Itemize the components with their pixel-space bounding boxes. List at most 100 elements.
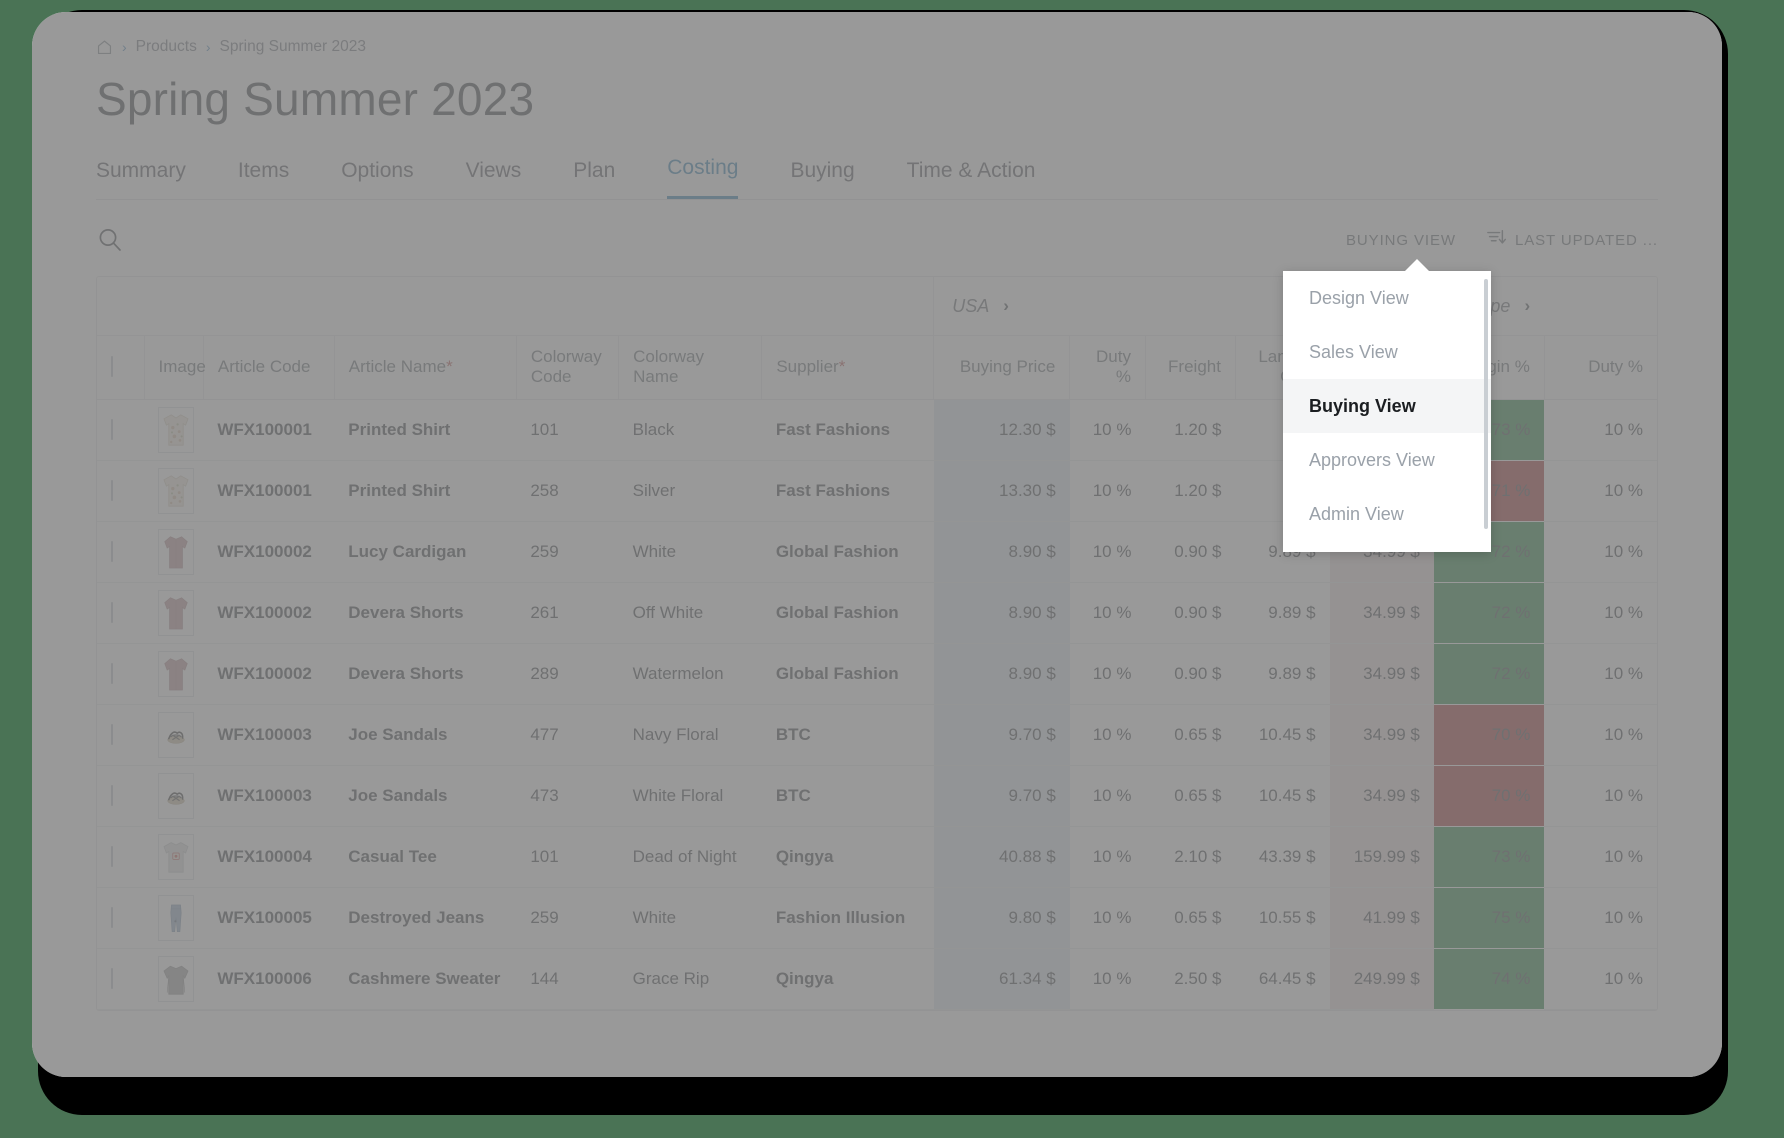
dropdown-item-sales-view[interactable]: Sales View [1283,325,1491,379]
col-article-code[interactable]: Article Code [202,335,335,400]
search-icon[interactable] [96,226,124,254]
cell-duty-usa[interactable]: 10 % [1069,582,1146,644]
cell-duty-europe[interactable]: 10 % [1544,460,1657,522]
cell-duty-europe[interactable]: 10 % [1544,948,1657,1010]
col-buying-price[interactable]: Buying Price [933,335,1070,400]
cell-duty-europe[interactable]: 10 % [1544,765,1657,827]
col-image[interactable]: Image [143,335,206,400]
cell-retail-price[interactable]: 34.99 $ [1329,643,1434,705]
row-checkbox[interactable] [111,601,113,623]
cell-retail-price[interactable]: 249.99 $ [1329,948,1434,1010]
row-checkbox[interactable] [111,967,113,989]
tab-options[interactable]: Options [341,155,413,199]
col-article-name[interactable]: Article Name* [333,335,517,400]
cell-freight[interactable]: 0.65 $ [1145,765,1236,827]
cell-retail-price[interactable]: 34.99 $ [1329,582,1434,644]
cell-duty-europe[interactable]: 10 % [1544,704,1657,766]
cell-buying-price[interactable]: 8.90 $ [933,643,1070,705]
tab-views[interactable]: Views [466,155,522,199]
select-all-checkbox[interactable] [111,356,113,378]
cell-buying-price[interactable]: 40.88 $ [933,826,1070,888]
cell-colorway-code: 258 [516,460,619,522]
cell-buying-price[interactable]: 13.30 $ [933,460,1070,522]
row-checkbox[interactable] [111,906,113,928]
cell-duty-europe[interactable]: 10 % [1544,643,1657,705]
dropdown-item-approvers-view[interactable]: Approvers View [1283,433,1491,487]
col-colorway-name[interactable]: Colorway Name [618,335,762,400]
col-duty-usa[interactable]: Duty % [1069,335,1146,400]
breadcrumb-item-products[interactable]: Products [136,38,197,56]
cell-buying-price[interactable]: 8.90 $ [933,582,1070,644]
cell-landed-cost: 9.89 $ [1235,582,1330,644]
table-row[interactable]: WFX100003 Joe Sandals 477 Navy Floral BTC 9.7… [97,704,1657,766]
last-updated-button[interactable]: LAST UPDATED ... [1486,228,1658,252]
cell-duty-europe[interactable]: 10 % [1544,887,1657,949]
table-row[interactable]: WFX100006 Cashmere Sweater 144 Grace Rip Qin… [97,948,1657,1010]
cell-duty-europe[interactable]: 10 % [1544,826,1657,888]
cell-duty-usa[interactable]: 10 % [1069,826,1146,888]
table-row[interactable]: WFX100004 Casual Tee 101 Dead of Night Qingy… [97,826,1657,888]
cell-duty-usa[interactable]: 10 % [1069,948,1146,1010]
cell-freight[interactable]: 2.50 $ [1145,948,1236,1010]
cell-duty-usa[interactable]: 10 % [1069,399,1146,461]
cell-duty-usa[interactable]: 10 % [1069,704,1146,766]
col-colorway-code[interactable]: Colorway Code [515,335,619,400]
cell-buying-price[interactable]: 8.90 $ [933,521,1070,583]
row-checkbox[interactable] [111,418,113,440]
dropdown-scrollbar[interactable] [1484,279,1488,529]
table-row[interactable]: WFX100005 Destroyed Jeans 259 White Fashion … [97,887,1657,949]
cell-duty-usa[interactable]: 10 % [1069,521,1146,583]
cell-buying-price[interactable]: 9.70 $ [933,704,1070,766]
cell-retail-price[interactable]: 159.99 $ [1329,826,1434,888]
table-row[interactable]: WFX100002 Devera Shorts 289 Watermelon Globa… [97,643,1657,705]
tab-time-and-action[interactable]: Time & Action [907,155,1036,199]
cell-freight[interactable]: 2.10 $ [1145,826,1236,888]
cell-duty-europe[interactable]: 10 % [1544,399,1657,461]
cell-freight[interactable]: 1.20 $ [1145,399,1236,461]
chevron-right-icon[interactable]: › [1003,296,1009,316]
buying-view-button[interactable]: BUYING VIEW [1346,232,1456,249]
cell-buying-price[interactable]: 9.70 $ [933,765,1070,827]
row-checkbox[interactable] [111,845,113,867]
tab-costing[interactable]: Costing [667,152,739,200]
col-freight[interactable]: Freight [1144,335,1236,400]
cell-retail-price[interactable]: 34.99 $ [1329,704,1434,766]
tab-plan[interactable]: Plan [573,155,615,199]
cell-duty-usa[interactable]: 10 % [1069,460,1146,522]
table-row[interactable]: WFX100002 Devera Shorts 261 Off White Global… [97,582,1657,644]
cell-buying-price[interactable]: 12.30 $ [933,399,1070,461]
cell-freight[interactable]: 1.20 $ [1145,460,1236,522]
tab-summary[interactable]: Summary [96,155,186,199]
cell-freight[interactable]: 0.65 $ [1145,704,1236,766]
col-duty-europe[interactable]: Duty % [1543,335,1657,400]
tab-buying[interactable]: Buying [790,155,854,199]
row-checkbox[interactable] [111,540,113,562]
row-checkbox[interactable] [111,479,113,501]
breadcrumb-item-current[interactable]: Spring Summer 2023 [220,38,366,56]
cell-duty-usa[interactable]: 10 % [1069,643,1146,705]
cell-duty-europe[interactable]: 10 % [1544,582,1657,644]
cell-duty-usa[interactable]: 10 % [1069,765,1146,827]
cell-buying-price[interactable]: 9.80 $ [933,887,1070,949]
cell-retail-price[interactable]: 41.99 $ [1329,887,1434,949]
row-checkbox[interactable] [111,723,113,745]
dropdown-item-admin-view[interactable]: Admin View [1283,487,1491,541]
cell-freight[interactable]: 0.90 $ [1145,582,1236,644]
home-icon[interactable] [96,39,113,56]
cell-duty-europe[interactable]: 10 % [1544,521,1657,583]
dropdown-item-buying-view[interactable]: Buying View [1283,379,1491,433]
cell-freight[interactable]: 0.90 $ [1145,521,1236,583]
table-row[interactable]: WFX100003 Joe Sandals 473 White Floral BTC 9.… [97,765,1657,827]
col-supplier[interactable]: Supplier* [761,335,934,400]
cell-duty-usa[interactable]: 10 % [1069,887,1146,949]
tab-items[interactable]: Items [238,155,289,199]
cell-retail-price[interactable]: 34.99 $ [1329,765,1434,827]
cell-freight[interactable]: 0.90 $ [1145,643,1236,705]
row-checkbox[interactable] [111,662,113,684]
cell-buying-price[interactable]: 61.34 $ [933,948,1070,1010]
dropdown-item-design-view[interactable]: Design View [1283,271,1491,325]
chevron-right-icon[interactable]: › [1524,296,1530,316]
group-usa[interactable]: USA › [933,277,1330,336]
cell-freight[interactable]: 0.65 $ [1145,887,1236,949]
row-checkbox[interactable] [111,784,113,806]
